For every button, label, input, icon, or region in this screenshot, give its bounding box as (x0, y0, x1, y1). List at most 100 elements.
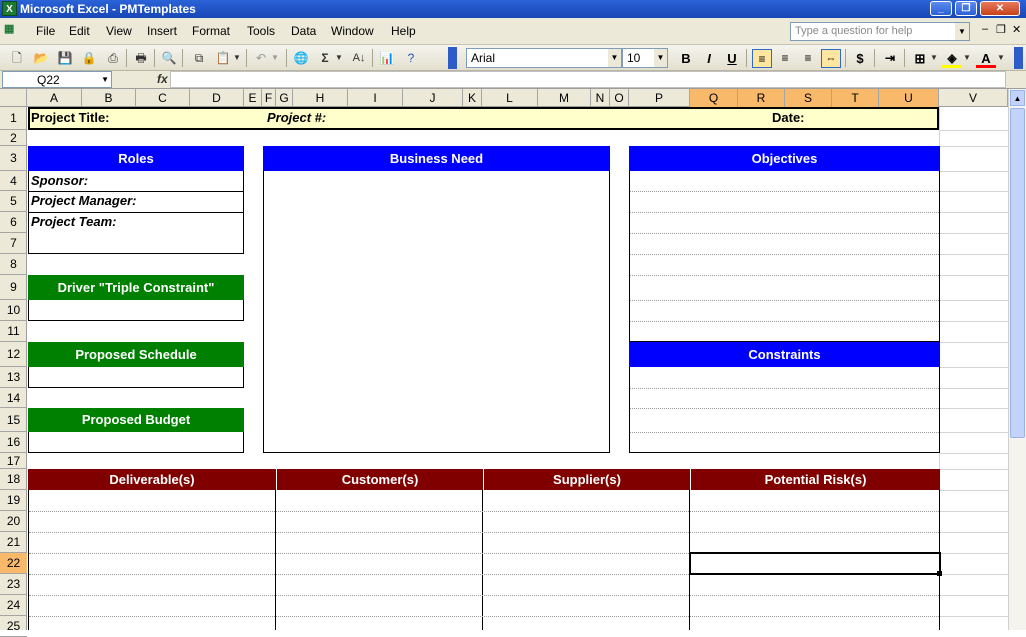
worksheet[interactable]: Project Title: Project #: Date: Roles Sp… (28, 107, 1008, 630)
row-header-11[interactable]: 11 (0, 321, 27, 342)
restore-icon[interactable]: ❐ (955, 1, 977, 16)
help-search-input[interactable]: Type a question for help ▼ (790, 22, 970, 41)
autosum-icon[interactable]: Σ (316, 49, 334, 67)
row-header-16[interactable]: 16 (0, 432, 27, 453)
align-left-icon[interactable]: ≡ (752, 49, 772, 68)
menu-tools[interactable]: Tools (247, 24, 275, 38)
menu-window[interactable]: Window (331, 24, 374, 38)
chevron-down-icon[interactable]: ▼ (270, 49, 280, 67)
align-center-icon[interactable]: ≡ (775, 49, 795, 68)
chevron-down-icon[interactable]: ▼ (996, 49, 1006, 67)
new-icon[interactable]: 🗋 (8, 49, 26, 67)
name-box[interactable]: Q22 ▼ (2, 71, 112, 88)
row-header-18[interactable]: 18 (0, 469, 27, 490)
row-header-22[interactable]: 22 (0, 553, 27, 574)
bold-button[interactable]: B (676, 49, 696, 68)
formula-input[interactable] (170, 71, 1006, 88)
indent-icon[interactable]: ⇥ (880, 49, 900, 68)
col-header-C[interactable]: C (136, 89, 190, 107)
minimize-icon[interactable]: _ (930, 1, 952, 16)
row-header-6[interactable]: 6 (0, 212, 27, 233)
col-header-J[interactable]: J (403, 89, 463, 107)
row-header-20[interactable]: 20 (0, 511, 27, 532)
chevron-down-icon[interactable]: ▼ (608, 49, 621, 67)
objectives-box[interactable] (629, 146, 940, 342)
menu-view[interactable]: View (106, 24, 132, 38)
row-header-13[interactable]: 13 (0, 367, 27, 388)
select-all-corner[interactable] (0, 89, 27, 107)
menu-insert[interactable]: Insert (147, 24, 177, 38)
align-right-icon[interactable]: ≡ (798, 49, 818, 68)
vertical-scrollbar[interactable]: ▲ (1008, 89, 1026, 630)
chevron-down-icon[interactable]: ▼ (232, 49, 242, 67)
deliverables-table[interactable] (28, 469, 940, 630)
menu-help[interactable]: Help (391, 24, 416, 38)
row-header-17[interactable]: 17 (0, 453, 27, 469)
borders-icon[interactable]: ⊞ (910, 49, 930, 68)
business-need-box[interactable] (263, 146, 610, 453)
doc-restore-icon[interactable]: ❐ (996, 23, 1006, 36)
chevron-down-icon[interactable]: ▼ (955, 23, 969, 40)
col-header-O[interactable]: O (610, 89, 629, 107)
col-header-F[interactable]: F (262, 89, 276, 107)
col-header-T[interactable]: T (832, 89, 879, 107)
save-icon[interactable]: 💾 (56, 49, 74, 67)
paste-icon[interactable]: 📋 (214, 49, 232, 67)
permission-icon[interactable]: 🔒 (80, 49, 98, 67)
col-header-Q[interactable]: Q (690, 89, 738, 107)
fill-handle[interactable] (937, 571, 942, 576)
copy-icon[interactable]: ⧉ (190, 49, 208, 67)
chevron-down-icon[interactable]: ▼ (334, 49, 344, 67)
underline-button[interactable]: U (722, 49, 742, 68)
menu-format[interactable]: Format (192, 24, 230, 38)
merge-center-icon[interactable]: ⇔ (821, 49, 841, 68)
menu-data[interactable]: Data (291, 24, 316, 38)
row-header-1[interactable]: 1 (0, 107, 27, 130)
col-header-G[interactable]: G (276, 89, 293, 107)
row-header-12[interactable]: 12 (0, 342, 27, 367)
col-header-I[interactable]: I (348, 89, 403, 107)
col-header-A[interactable]: A (27, 89, 82, 107)
row-header-23[interactable]: 23 (0, 574, 27, 595)
chevron-down-icon[interactable]: ▼ (929, 49, 939, 67)
menu-file[interactable]: File (36, 24, 55, 38)
workbook-icon[interactable]: ▦ (4, 22, 26, 40)
italic-button[interactable]: I (699, 49, 719, 68)
col-header-L[interactable]: L (482, 89, 538, 107)
row-header-2[interactable]: 2 (0, 130, 27, 146)
fill-color-icon[interactable]: ◈ (942, 49, 962, 68)
row-header-10[interactable]: 10 (0, 300, 27, 321)
excel-app-icon[interactable]: X (2, 1, 17, 16)
col-header-D[interactable]: D (190, 89, 244, 107)
menu-edit[interactable]: Edit (69, 24, 90, 38)
col-header-U[interactable]: U (879, 89, 939, 107)
col-header-S[interactable]: S (785, 89, 832, 107)
font-name-select[interactable]: Arial ▼ (466, 48, 622, 68)
row-header-8[interactable]: 8 (0, 254, 27, 275)
font-size-select[interactable]: 10 ▼ (622, 48, 668, 68)
col-header-N[interactable]: N (591, 89, 610, 107)
toolbar-options-icon[interactable] (1014, 47, 1023, 69)
font-color-icon[interactable]: A (976, 49, 996, 68)
sort-ascending-icon[interactable]: A↓ (350, 49, 368, 67)
currency-button[interactable]: $ (850, 49, 870, 68)
print-icon[interactable]: ⎙ (104, 49, 122, 67)
row-header-19[interactable]: 19 (0, 490, 27, 511)
col-header-M[interactable]: M (538, 89, 591, 107)
col-header-R[interactable]: R (738, 89, 785, 107)
row-header-3[interactable]: 3 (0, 146, 27, 171)
active-cell-selection[interactable] (689, 552, 941, 575)
row-header-24[interactable]: 24 (0, 595, 27, 616)
chart-wizard-icon[interactable]: 📊 (378, 49, 396, 67)
help-icon[interactable]: ? (402, 49, 420, 67)
doc-close-icon[interactable]: ✕ (1012, 23, 1021, 36)
close-icon[interactable]: ✕ (980, 1, 1020, 16)
chevron-down-icon[interactable]: ▼ (962, 49, 972, 67)
scrollbar-thumb[interactable] (1010, 108, 1025, 438)
row-header-15[interactable]: 15 (0, 408, 27, 432)
row-header-5[interactable]: 5 (0, 191, 27, 212)
doc-minimize-icon[interactable]: – (982, 23, 988, 35)
insert-function-icon[interactable]: fx (157, 72, 168, 86)
toolbar-options-icon[interactable] (448, 47, 457, 69)
row-header-9[interactable]: 9 (0, 275, 27, 300)
